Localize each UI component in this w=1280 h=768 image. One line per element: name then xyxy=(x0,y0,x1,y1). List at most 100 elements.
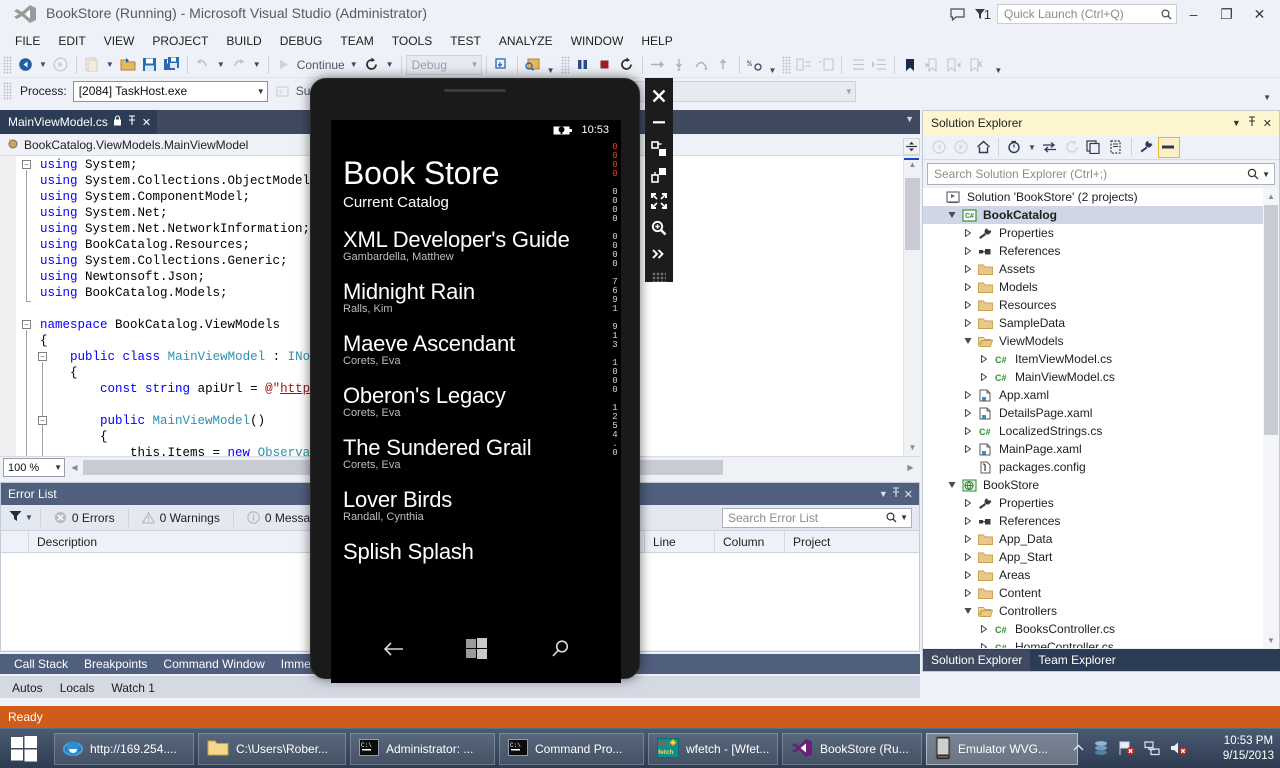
close-icon[interactable]: ✕ xyxy=(904,488,913,501)
step-into-button[interactable] xyxy=(669,54,691,76)
outline-toggle-namespace[interactable]: − xyxy=(22,320,31,329)
tree-item-app-xaml[interactable]: App.xaml xyxy=(923,386,1279,404)
warnings-chip[interactable]: 0 Warnings xyxy=(133,511,229,525)
back-button-icon[interactable] xyxy=(382,641,404,660)
book-list-item[interactable]: The Sundered GrailCorets, Eva xyxy=(343,435,609,471)
forward-button[interactable] xyxy=(950,137,972,158)
expander-collapsed-icon[interactable] xyxy=(979,625,988,634)
menu-edit[interactable]: EDIT xyxy=(49,32,94,50)
toolbar-grip[interactable] xyxy=(3,56,12,74)
zoom-icon[interactable] xyxy=(646,216,672,240)
tree-item-bookstore[interactable]: BookStore xyxy=(923,476,1279,494)
tree-item-itemviewmodel-cs[interactable]: C#ItemViewModel.cs xyxy=(923,350,1279,368)
expander-collapsed-icon[interactable] xyxy=(963,301,972,310)
stop-debugging-button[interactable] xyxy=(594,54,616,76)
tree-item-homecontroller-cs[interactable]: C#HomeController.cs xyxy=(923,638,1279,648)
book-list-item[interactable]: Lover BirdsRandall, Cynthia xyxy=(343,487,609,523)
continue-button-label[interactable]: Continue xyxy=(295,58,347,72)
tree-item-properties[interactable]: Properties xyxy=(923,494,1279,512)
save-button[interactable] xyxy=(139,54,161,76)
fit-to-screen-icon[interactable] xyxy=(646,189,672,213)
book-list-item[interactable]: Midnight RainRalls, Kim xyxy=(343,279,609,315)
start-button[interactable] xyxy=(0,729,48,768)
restart-button[interactable] xyxy=(361,54,383,76)
menu-window[interactable]: WINDOW xyxy=(562,32,633,50)
expander-collapsed-icon[interactable] xyxy=(963,553,972,562)
windows-phone-emulator[interactable]: 10:53 Book Store Current Catalog XML Dev… xyxy=(310,78,640,679)
menu-view[interactable]: VIEW xyxy=(95,32,144,50)
taskbar-item-wfetch[interactable]: webfetch wfetch - [Wfet... xyxy=(648,733,778,765)
close-icon[interactable]: ✕ xyxy=(142,116,151,129)
close-icon[interactable]: ✕ xyxy=(1263,117,1272,130)
taskbar-item-internet-explorer[interactable]: http://169.254.... xyxy=(54,733,194,765)
tab-watch-1[interactable]: Watch 1 xyxy=(104,679,162,698)
suspend-button[interactable]: ≠ xyxy=(272,80,294,102)
previous-bookmark-button[interactable] xyxy=(921,54,943,76)
clear-bookmarks-button[interactable] xyxy=(965,54,987,76)
book-list-item[interactable]: Splish Splash xyxy=(343,539,609,564)
refresh-button[interactable] xyxy=(1061,137,1083,158)
tab-autos[interactable]: Autos xyxy=(5,679,50,698)
flag-alert-icon[interactable] xyxy=(1118,740,1135,759)
tab-solution-explorer[interactable]: Solution Explorer xyxy=(923,650,1030,671)
tree-item-properties[interactable]: Properties xyxy=(923,224,1279,242)
break-all-button[interactable] xyxy=(572,54,594,76)
save-all-button[interactable] xyxy=(161,54,183,76)
filter-dropdown-icon[interactable]: ▼ xyxy=(1025,143,1039,152)
expander-expanded-icon[interactable] xyxy=(963,607,972,616)
column-header-project[interactable]: Project xyxy=(785,531,915,553)
tree-item-references[interactable]: References xyxy=(923,512,1279,530)
tab-locals[interactable]: Locals xyxy=(53,679,102,698)
navigate-backward-button[interactable] xyxy=(14,54,36,76)
start-button-icon[interactable] xyxy=(466,638,488,662)
navigate-forward-button[interactable] xyxy=(50,54,72,76)
solution-configuration-combo[interactable]: Debug ▼ xyxy=(406,55,482,75)
expander-collapsed-icon[interactable] xyxy=(979,373,988,382)
rotate-right-icon[interactable] xyxy=(646,163,672,187)
home-button[interactable] xyxy=(972,137,994,158)
filter-icon[interactable] xyxy=(7,510,22,525)
book-list[interactable]: XML Developer's GuideGambardella, Matthe… xyxy=(343,227,609,564)
tree-item-bookcatalog[interactable]: C#BookCatalog xyxy=(923,206,1279,224)
expander-collapsed-icon[interactable] xyxy=(963,445,972,454)
expander-expanded-icon[interactable] xyxy=(947,211,956,220)
tree-item-solution-bookstore-2-projects[interactable]: Solution 'BookStore' (2 projects) xyxy=(923,188,1279,206)
increase-indent-button[interactable] xyxy=(868,54,890,76)
uncomment-selection-button[interactable] xyxy=(815,54,837,76)
menu-analyze[interactable]: ANALYZE xyxy=(490,32,562,50)
rotate-left-icon[interactable] xyxy=(646,137,672,161)
expander-collapsed-icon[interactable] xyxy=(963,427,972,436)
outline-toggle-usings[interactable]: − xyxy=(22,160,31,169)
navigate-backward-dropdown[interactable]: ▼ xyxy=(36,60,50,69)
properties-button[interactable] xyxy=(1136,137,1158,158)
expander-collapsed-icon[interactable] xyxy=(979,643,988,649)
book-list-item[interactable]: Maeve AscendantCorets, Eva xyxy=(343,331,609,367)
tree-item-controllers[interactable]: Controllers xyxy=(923,602,1279,620)
hex-dropdown[interactable]: ▼ xyxy=(766,66,780,77)
outlining-margin[interactable]: − − − − xyxy=(16,156,40,456)
toolbar-grip[interactable] xyxy=(561,56,570,74)
expander-collapsed-icon[interactable] xyxy=(963,589,972,598)
hex-display-button[interactable]: % xyxy=(744,54,766,76)
menu-tools[interactable]: TOOLS xyxy=(383,32,441,50)
toggle-bookmark-button[interactable] xyxy=(899,54,921,76)
scroll-up-arrow[interactable]: ▲ xyxy=(1263,188,1279,204)
editor-tab-overflow-icon[interactable]: ▼ xyxy=(905,114,914,124)
tree-item-detailspage-xaml[interactable]: DetailsPage.xaml xyxy=(923,404,1279,422)
attach-to-process-button[interactable] xyxy=(522,54,544,76)
search-options-dropdown-icon[interactable]: ▼ xyxy=(897,513,908,522)
undo-button[interactable] xyxy=(192,54,214,76)
pin-icon[interactable] xyxy=(127,115,137,129)
expander-collapsed-icon[interactable] xyxy=(963,535,972,544)
network-icon[interactable] xyxy=(1144,740,1161,759)
pin-icon[interactable] xyxy=(1247,116,1257,130)
vertical-scroll-thumb[interactable] xyxy=(905,178,920,250)
book-list-item[interactable]: Oberon's LegacyCorets, Eva xyxy=(343,383,609,419)
tree-scroll-thumb[interactable] xyxy=(1264,205,1278,435)
tree-item-app-start[interactable]: App_Start xyxy=(923,548,1279,566)
tab-call-stack[interactable]: Call Stack xyxy=(6,657,76,671)
close-button[interactable]: ✕ xyxy=(1243,0,1276,28)
minimize-icon[interactable] xyxy=(646,110,672,134)
tree-item-bookscontroller-cs[interactable]: C#BooksController.cs xyxy=(923,620,1279,638)
solution-tree[interactable]: Solution 'BookStore' (2 projects)C#BookC… xyxy=(923,188,1279,648)
